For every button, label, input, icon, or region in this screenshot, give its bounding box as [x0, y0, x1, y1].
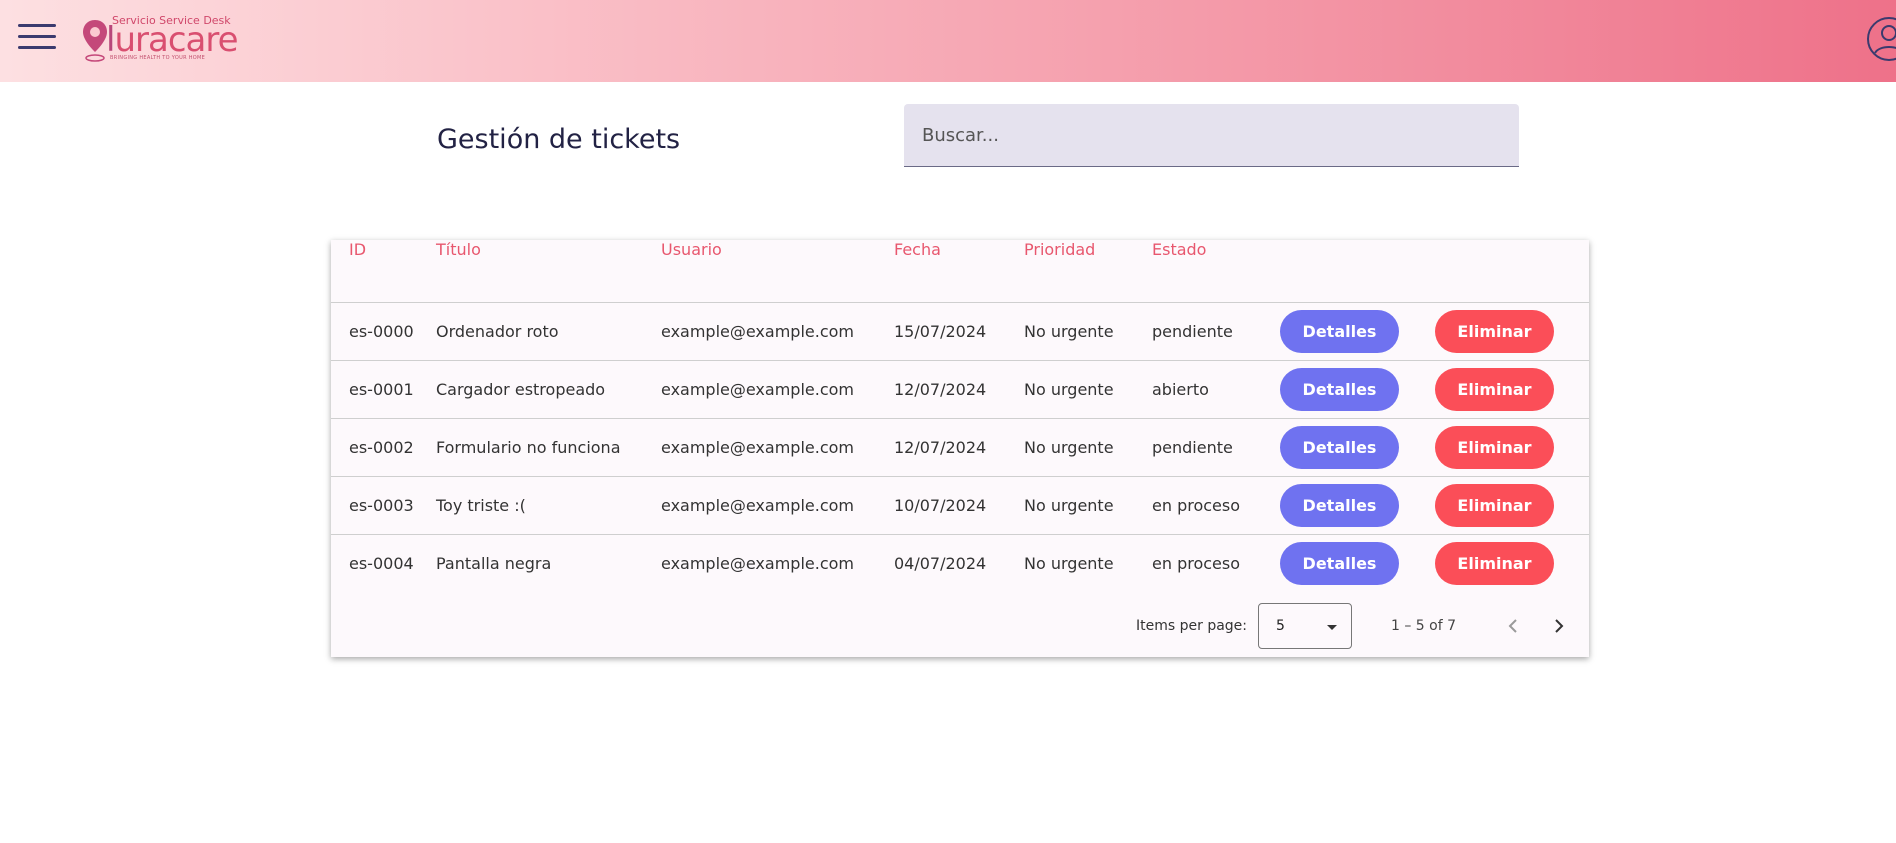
column-header-user[interactable]: Usuario: [661, 240, 894, 303]
brand-name: luracare: [106, 20, 239, 60]
cell-details: Detalles: [1280, 418, 1435, 477]
brand-logo[interactable]: Servicio Service Desk luracare BRINGING …: [82, 12, 242, 62]
user-account-icon[interactable]: [1866, 16, 1896, 62]
search-input[interactable]: [904, 104, 1519, 167]
column-header-details: [1280, 240, 1435, 303]
cell-id: es-0001: [331, 360, 436, 419]
cell-title: Pantalla negra: [436, 553, 552, 573]
cell-state: pendiente: [1152, 418, 1280, 477]
cell-priority: No urgente: [1024, 418, 1152, 477]
column-header-title[interactable]: Título: [436, 240, 661, 303]
cell-delete: Eliminar: [1435, 360, 1589, 419]
table-row: es-0002 Formulario no funciona example@e…: [331, 418, 1589, 477]
cell-user: example@example.com: [661, 476, 894, 535]
cell-id: es-0004: [349, 553, 414, 573]
details-button[interactable]: Detalles: [1280, 309, 1399, 353]
table-row: es-0001 Cargador estropeado example@exam…: [331, 360, 1589, 419]
cell-details: Detalles: [1280, 302, 1435, 361]
cell-delete: Eliminar: [1435, 534, 1589, 592]
column-header-date[interactable]: Fecha: [894, 240, 1024, 303]
cell-priority: No urgente: [1024, 476, 1152, 535]
delete-button[interactable]: Eliminar: [1435, 367, 1554, 411]
cell-id: es-0000: [331, 302, 436, 361]
cell-user: example@example.com: [661, 360, 894, 419]
paginator: Items per page: 5 1 – 5 of 7: [331, 602, 1589, 652]
cell-date: 04/07/2024: [894, 553, 987, 573]
delete-button[interactable]: Eliminar: [1435, 541, 1554, 585]
items-per-page-label: Items per page:: [1136, 618, 1248, 634]
tickets-table-card: ID Título Usuario Fecha Prioridad Estado…: [331, 240, 1589, 657]
cell-delete: Eliminar: [1435, 418, 1589, 477]
cell-title: Toy triste :(: [436, 476, 661, 535]
caret-down-icon: [1327, 625, 1337, 630]
table-row: es-0004 Pantalla negra example@example.c…: [331, 534, 1589, 592]
cell-date: 15/07/2024: [894, 302, 1024, 361]
cell-id: es-0002: [331, 418, 436, 477]
tickets-table: ID Título Usuario Fecha Prioridad Estado…: [331, 240, 1589, 592]
details-button[interactable]: Detalles: [1280, 367, 1399, 411]
table-row: es-0003 Toy triste :( example@example.co…: [331, 476, 1589, 535]
hamburger-menu-icon[interactable]: [18, 24, 56, 54]
cell-title: Cargador estropeado: [436, 360, 661, 419]
cell-title: Ordenador roto: [436, 302, 661, 361]
cell-details: Detalles: [1280, 360, 1435, 419]
cell-delete: Eliminar: [1435, 302, 1589, 361]
location-pin-icon: [83, 20, 107, 62]
column-header-priority[interactable]: Prioridad: [1024, 240, 1152, 303]
previous-page-icon[interactable]: [1499, 612, 1527, 640]
cell-user: example@example.com: [661, 418, 894, 477]
details-button[interactable]: Detalles: [1280, 541, 1399, 585]
details-button[interactable]: Detalles: [1280, 483, 1399, 527]
delete-button[interactable]: Eliminar: [1435, 425, 1554, 469]
table-header-row: ID Título Usuario Fecha Prioridad Estado: [331, 240, 1589, 303]
column-header-state[interactable]: Estado: [1152, 240, 1280, 303]
brand-tagline: BRINGING HEALTH TO YOUR HOME: [110, 55, 206, 61]
cell-details: Detalles: [1280, 534, 1435, 592]
column-header-delete: [1435, 240, 1589, 303]
page-range-label: 1 – 5 of 7: [1391, 618, 1457, 634]
details-button[interactable]: Detalles: [1280, 425, 1399, 469]
cell-state: abierto: [1152, 360, 1280, 419]
cell-date: 12/07/2024: [894, 360, 1024, 419]
cell-date: 10/07/2024: [894, 476, 1024, 535]
cell-delete: Eliminar: [1435, 476, 1589, 535]
cell-id: es-0003: [331, 476, 436, 535]
cell-state: pendiente: [1152, 302, 1280, 361]
items-per-page-value: 5: [1276, 618, 1285, 634]
cell-title: Formulario no funciona: [436, 418, 661, 477]
cell-priority: No urgente: [1024, 302, 1152, 361]
cell-user: example@example.com: [661, 302, 894, 361]
table-row: es-0000 Ordenador roto example@example.c…: [331, 302, 1589, 361]
items-per-page-select[interactable]: 5: [1258, 603, 1352, 649]
delete-button[interactable]: Eliminar: [1435, 483, 1554, 527]
page-title: Gestión de tickets: [437, 124, 681, 155]
cell-priority: No urgente: [1024, 553, 1114, 573]
cell-details: Detalles: [1280, 476, 1435, 535]
column-header-id[interactable]: ID: [331, 240, 436, 303]
delete-button[interactable]: Eliminar: [1435, 309, 1554, 353]
cell-state: en proceso: [1152, 476, 1280, 535]
top-app-bar: Servicio Service Desk luracare BRINGING …: [0, 0, 1896, 82]
cell-state: en proceso: [1152, 553, 1241, 573]
cell-date: 12/07/2024: [894, 418, 1024, 477]
cell-priority: No urgente: [1024, 360, 1152, 419]
cell-user: example@example.com: [661, 553, 854, 573]
next-page-icon[interactable]: [1545, 612, 1573, 640]
